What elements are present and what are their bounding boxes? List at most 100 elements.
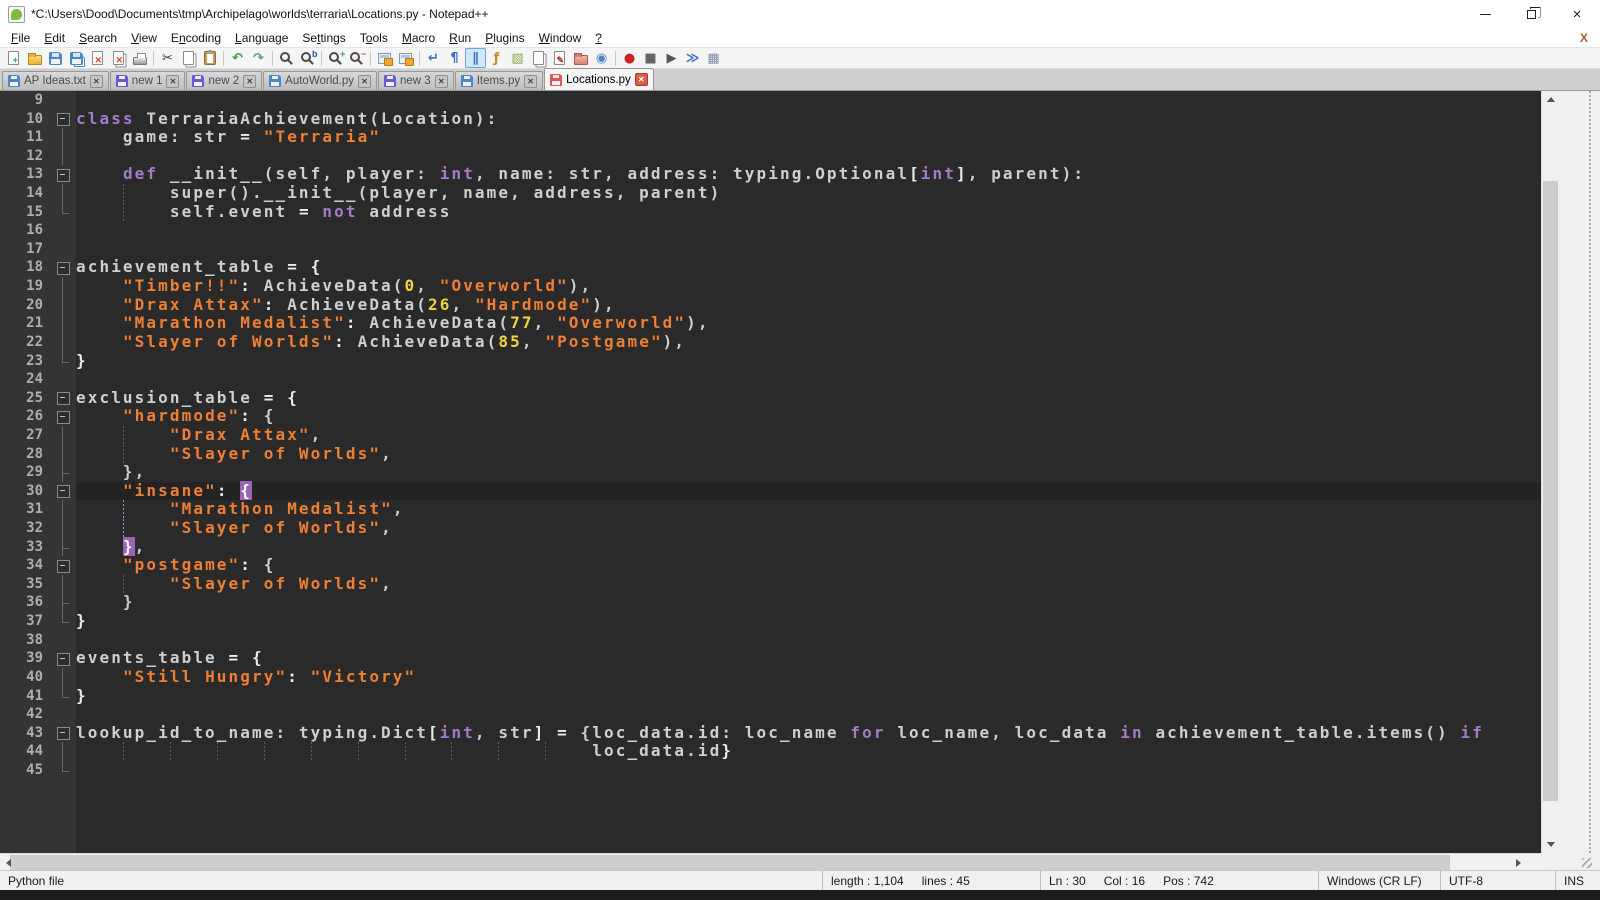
code-text[interactable]: "Slayer of Worlds", — [76, 575, 1541, 594]
code-line[interactable]: 30 "insane": { — [0, 482, 1541, 501]
code-line[interactable]: 37} — [0, 612, 1541, 631]
vertical-scrollbar-thumb[interactable] — [1543, 181, 1558, 801]
code-text[interactable] — [76, 705, 1541, 724]
macro-stop-button[interactable]: ■ — [640, 48, 661, 68]
fold-box-marker[interactable] — [52, 258, 76, 277]
code-text[interactable]: self.event = not address — [76, 203, 1541, 222]
menu-item-tools[interactable]: Tools — [353, 30, 395, 46]
code-text[interactable] — [76, 240, 1541, 259]
code-line[interactable]: 31 "Marathon Medalist", — [0, 500, 1541, 519]
sync-vertical-scroll-button[interactable] — [374, 48, 395, 68]
folder-as-workspace-button[interactable] — [570, 48, 591, 68]
fold-box-marker[interactable] — [52, 556, 76, 575]
close-file-button[interactable]: ✕ — [87, 48, 108, 68]
tab-close-icon[interactable]: ✕ — [435, 75, 448, 88]
menu-close-document-icon[interactable]: X — [1580, 31, 1588, 45]
code-line[interactable]: 23} — [0, 352, 1541, 371]
code-text[interactable]: game: str = "Terraria" — [76, 128, 1541, 147]
paste-button[interactable] — [199, 48, 220, 68]
code-text[interactable]: loc_data.id} — [76, 742, 1541, 761]
macro-save-button[interactable]: ▦ — [703, 48, 724, 68]
code-line[interactable]: 9 — [0, 91, 1541, 110]
function-list-button[interactable]: ƒ — [486, 48, 507, 68]
tab-close-icon[interactable]: ✕ — [524, 75, 537, 88]
tab-new-1[interactable]: new 1✕ — [110, 71, 186, 90]
code-line[interactable]: 16 — [0, 221, 1541, 240]
code-line[interactable]: 11 game: str = "Terraria" — [0, 128, 1541, 147]
code-text[interactable] — [76, 631, 1541, 650]
tab-autoworld-py[interactable]: AutoWorld.py✕ — [263, 71, 377, 90]
document-switcher-button[interactable]: ✎ — [549, 48, 570, 68]
code-area[interactable]: 910class TerrariaAchievement(Location):1… — [0, 91, 1541, 853]
tab-close-icon[interactable]: ✕ — [358, 75, 371, 88]
code-line[interactable]: 34 "postgame": { — [0, 556, 1541, 575]
resize-grip[interactable] — [1558, 853, 1600, 870]
status-encoding[interactable]: UTF-8 — [1440, 871, 1555, 890]
fold-box-marker[interactable] — [52, 649, 76, 668]
code-text[interactable] — [76, 147, 1541, 166]
code-line[interactable]: 33 }, — [0, 538, 1541, 557]
menu-item-language[interactable]: Language — [228, 30, 295, 46]
code-text[interactable]: } — [76, 612, 1541, 631]
macro-run-multiple-button[interactable]: ≫ — [682, 48, 703, 68]
tab-close-icon[interactable]: ✕ — [166, 75, 179, 88]
document-list-button[interactable] — [528, 48, 549, 68]
code-line[interactable]: 20 "Drax Attax": AchieveData(26, "Hardmo… — [0, 296, 1541, 315]
code-text[interactable]: "postgame": { — [76, 556, 1541, 575]
scroll-left-arrow-icon[interactable] — [0, 854, 17, 871]
code-text[interactable]: "Slayer of Worlds", — [76, 445, 1541, 464]
monitoring-button[interactable]: ◉ — [591, 48, 612, 68]
code-text[interactable]: } — [76, 352, 1541, 371]
open-file-button[interactable] — [24, 48, 45, 68]
tab-new-2[interactable]: new 2✕ — [186, 71, 262, 90]
code-line[interactable]: 17 — [0, 240, 1541, 259]
code-line[interactable]: 15 self.event = not address — [0, 203, 1541, 222]
code-text[interactable] — [76, 91, 1541, 110]
code-line[interactable]: 22 "Slayer of Worlds": AchieveData(85, "… — [0, 333, 1541, 352]
cut-button[interactable]: ✂ — [157, 48, 178, 68]
code-text[interactable]: "Drax Attax": AchieveData(26, "Hardmode"… — [76, 296, 1541, 315]
undo-button[interactable]: ↶ — [227, 48, 248, 68]
code-text[interactable]: } — [76, 593, 1541, 612]
code-text[interactable]: } — [76, 687, 1541, 706]
zoom-in-button[interactable]: + — [325, 48, 346, 68]
code-text[interactable]: }, — [76, 538, 1541, 557]
fold-box-marker[interactable] — [52, 165, 76, 184]
code-line[interactable]: 24 — [0, 370, 1541, 389]
close-button[interactable]: × — [1554, 0, 1600, 28]
tab-close-icon[interactable]: ✕ — [243, 75, 256, 88]
code-line[interactable]: 21 "Marathon Medalist": AchieveData(77, … — [0, 314, 1541, 333]
status-eol-format[interactable]: Windows (CR LF) — [1318, 871, 1440, 890]
code-line[interactable]: 14 super().__init__(player, name, addres… — [0, 184, 1541, 203]
code-line[interactable]: 26 "hardmode": { — [0, 407, 1541, 426]
code-text[interactable]: "Drax Attax", — [76, 426, 1541, 445]
code-line[interactable]: 18achievement_table = { — [0, 258, 1541, 277]
tab-close-icon[interactable]: ✕ — [635, 73, 648, 86]
code-text[interactable]: lookup_id_to_name: typing.Dict[int, str]… — [76, 724, 1541, 743]
menu-item-macro[interactable]: Macro — [395, 30, 442, 46]
code-line[interactable]: 28 "Slayer of Worlds", — [0, 445, 1541, 464]
word-wrap-button[interactable]: ↵ — [423, 48, 444, 68]
code-text[interactable]: "Marathon Medalist", — [76, 500, 1541, 519]
code-text[interactable]: exclusion_table = { — [76, 389, 1541, 408]
tab-close-icon[interactable]: ✕ — [90, 75, 103, 88]
tab-new-3[interactable]: new 3✕ — [378, 71, 454, 90]
scroll-down-arrow-icon[interactable] — [1542, 836, 1559, 853]
menu-item-view[interactable]: View — [124, 30, 164, 46]
code-line[interactable]: 19 "Timber!!": AchieveData(0, "Overworld… — [0, 277, 1541, 296]
code-text[interactable]: def __init__(self, player: int, name: st… — [76, 165, 1541, 184]
code-text[interactable] — [76, 761, 1541, 780]
tab-items-py[interactable]: Items.py✕ — [455, 71, 543, 90]
code-text[interactable]: "Still Hungry": "Victory" — [76, 668, 1541, 687]
code-text[interactable]: achievement_table = { — [76, 258, 1541, 277]
code-line[interactable]: 40 "Still Hungry": "Victory" — [0, 668, 1541, 687]
code-line[interactable]: 13 def __init__(self, player: int, name:… — [0, 165, 1541, 184]
menu-item-?[interactable]: ? — [588, 30, 609, 46]
sync-horizontal-scroll-button[interactable] — [395, 48, 416, 68]
code-line[interactable]: 12 — [0, 147, 1541, 166]
macro-record-button[interactable]: ● — [619, 48, 640, 68]
code-line[interactable]: 39events_table = { — [0, 649, 1541, 668]
document-map-button[interactable]: ▧ — [507, 48, 528, 68]
menu-item-search[interactable]: Search — [72, 30, 124, 46]
save-all-button[interactable] — [66, 48, 87, 68]
